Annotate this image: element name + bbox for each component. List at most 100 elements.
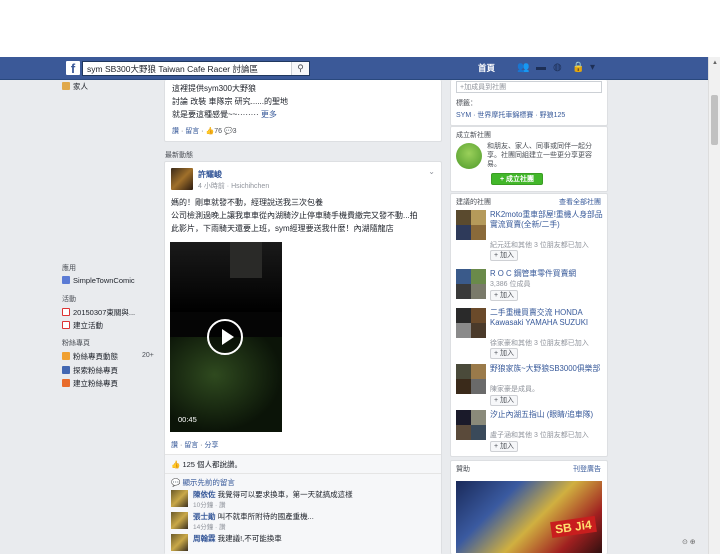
nav-item-create-page[interactable]: 建立粉絲專頁 [62,378,118,389]
post-video[interactable]: 00:45 [170,242,282,432]
group-name[interactable]: R O C 鋼管車零件買賣網 [490,269,608,279]
join-group-button[interactable]: + 加入 [490,441,519,452]
video-duration: 00:45 [178,415,197,424]
messages-icon[interactable]: ▬ [536,63,546,73]
post-meta: 4 小時前 · Hsichihchen [198,183,270,190]
create-group-button-label: 成立社團 [506,176,535,183]
create-group-card: 成立新社團 和朋友、家人、同事或同伴一起分享。社團同組建立一些更分享更容易。 +… [450,126,608,192]
create-group-people-icon [456,143,482,169]
join-group-label: 加入 [500,397,515,404]
post-time[interactable]: 4 小時前 [198,183,225,190]
create-group-heading: 成立新社團 [456,132,491,139]
join-group-label: 加入 [500,350,515,357]
video-play-button[interactable] [207,319,243,355]
see-all-groups-link[interactable]: 查看全部社團 [559,197,601,207]
tags-value[interactable]: SYM · 世界摩托車錦標賽 · 野狼125 [456,110,565,120]
search-icon[interactable]: ⚲ [291,62,309,75]
comment-avatar[interactable] [171,534,188,551]
resize-controls-icon[interactable]: ⊙ ⊕ [682,538,706,550]
comment-count-icon[interactable]: 💬 [224,128,233,135]
suggested-group-item: RK2moto重車部屋!重機人身部品實流買賣(全新/二手) 紀元廷和其他 3 位… [456,210,606,262]
nav-item-create-event[interactable]: 建立活動 [62,320,103,331]
comments-divider [165,473,441,474]
join-group-button[interactable]: + 加入 [490,348,519,359]
post-options-chevron-icon[interactable]: ⌄ [428,167,435,176]
join-group-label: 加入 [500,292,515,299]
events-heading: 活動 [62,296,76,303]
like-link[interactable]: 讚 [172,128,179,135]
post-share-link[interactable]: 分享 [204,442,218,449]
group-thumbnail[interactable] [456,210,486,240]
group-members: 3,386 位成員 [490,281,531,288]
group-name[interactable]: 野狼家族~大野狼SB3000俱樂部 [490,364,608,374]
join-group-button[interactable]: + 加入 [490,395,519,406]
description-line-3: 就是要這種感覺~~········ 更多 [172,108,277,121]
comments-section: 👍 125 個人都說讚。 💬 顯示先前的留言 陳依佐 我覺得可以要求換車，第一天… [165,454,441,554]
view-previous-comments[interactable]: 💬 顯示先前的留言 [171,477,235,488]
notifications-icon[interactable]: ◍ [553,63,562,73]
post-comment-link[interactable]: 留言 [184,442,198,449]
create-event-label: 建立活動 [73,321,103,330]
group-thumbnail[interactable] [456,410,486,440]
facebook-top-bar: f sym SB300大野狼 Taiwan Cafe Racer 討論區 ⚲ 首… [0,57,708,80]
view-previous-comments-label: 顯示先前的留言 [182,478,235,487]
like-count: 76 [214,128,222,135]
nav-item-family[interactable]: 家人 [62,81,88,92]
pages-feed-icon [62,352,70,360]
nav-item-discover-pages[interactable]: 探索粉絲專頁 [62,365,118,376]
group-thumbnail[interactable] [456,269,486,299]
comment-author[interactable]: 張士勛 [193,512,216,521]
pages-heading: 粉絲專頁 [62,340,90,347]
post-like-link[interactable]: 讚 [171,442,178,449]
join-group-button[interactable]: + 加入 [490,290,519,301]
home-link[interactable]: 首頁 [478,62,495,74]
comment-author[interactable]: 周翰霖 [193,534,216,543]
group-thumbnail[interactable] [456,308,486,338]
nav-item-app[interactable]: SimpleTownComic [62,276,135,285]
comment-author[interactable]: 陳依佐 [193,490,216,499]
like-count-icon[interactable]: 👍 [205,128,214,135]
page-scrollbar[interactable]: ▲ [708,57,720,554]
account-menu-icon[interactable]: ▾ [590,63,595,73]
friend-requests-icon[interactable]: 👥 [517,63,529,73]
group-members: 陳家豪是成員。 [490,386,539,393]
description-line-1: 這裡提供sym300大野狼 [172,84,257,93]
facebook-logo-icon[interactable]: f [66,61,80,76]
create-group-button[interactable]: + 成立社團 [491,173,543,185]
comment-bubble-icon: 💬 [171,478,181,487]
calendar-add-icon [62,321,70,329]
comment-avatar[interactable] [171,490,188,507]
post-author-avatar[interactable] [171,168,193,190]
pages-feed-label: 粉絲專頁動態 [73,352,118,361]
ad-logo-text: SB Ji4 [550,515,597,539]
group-name[interactable]: 汐止內湖五指山 (眼睛/追車隊) [490,410,608,420]
post-text: 媽的！剛車就發不動，經理說送我三次包養 公司檢測過晚上讓我車車從內湖騎汐止停車騎… [171,196,437,235]
nav-item-family-label: 家人 [73,82,88,91]
post-text-line-2: 公司檢測過晚上讓我車車從內湖騎汐止停車騎手機費繳完又發不動...拍 [171,211,418,220]
see-more-link[interactable]: 更多 [261,110,277,119]
group-thumbnail[interactable] [456,364,486,394]
post-text-line-3: 此影片，下雨騎天還要上班，sym經理要送我什麼！內湖隨龍店 [171,224,394,233]
create-page-label: 建立粉絲專頁 [73,379,118,388]
likes-summary-text: 125 個人都說讚。 [182,460,243,469]
group-name[interactable]: RK2moto重車部屋!重機人身部品實流買賣(全新/二手) [490,210,608,230]
group-name[interactable]: 二手重機買賣交流 HONDA Kawasaki YAMAHA SUZUKI [490,308,608,328]
scroll-thumb[interactable] [711,95,718,145]
search-input[interactable]: sym SB300大野狼 Taiwan Cafe Racer 討論區 ⚲ [82,61,310,76]
create-ad-link[interactable]: 刊登廣告 [573,464,601,474]
post-author-name[interactable]: 許耀峻 [198,169,222,180]
discover-pages-icon [62,366,70,374]
comment-link[interactable]: 留言 [185,128,199,135]
scroll-up-arrow-icon[interactable]: ▲ [709,57,720,69]
sponsored-ad-image[interactable]: SB Ji4 [456,481,602,553]
join-group-button[interactable]: + 加入 [490,250,519,261]
tags-label: 標籤： [456,100,477,107]
comment-avatar[interactable] [171,512,188,529]
add-member-input[interactable]: +加成員到社團 [456,81,602,93]
privacy-shortcuts-icon[interactable]: 🔒 [572,63,584,73]
likes-summary[interactable]: 👍 125 個人都說讚。 [171,459,242,470]
nav-item-event[interactable]: 20150307東關與... [62,307,135,318]
suggested-groups-heading: 建議的社團 [456,199,491,206]
recent-activity-label: 最新動態 [165,152,193,159]
nav-item-pages-feed[interactable]: 粉絲專頁動態 [62,351,118,362]
